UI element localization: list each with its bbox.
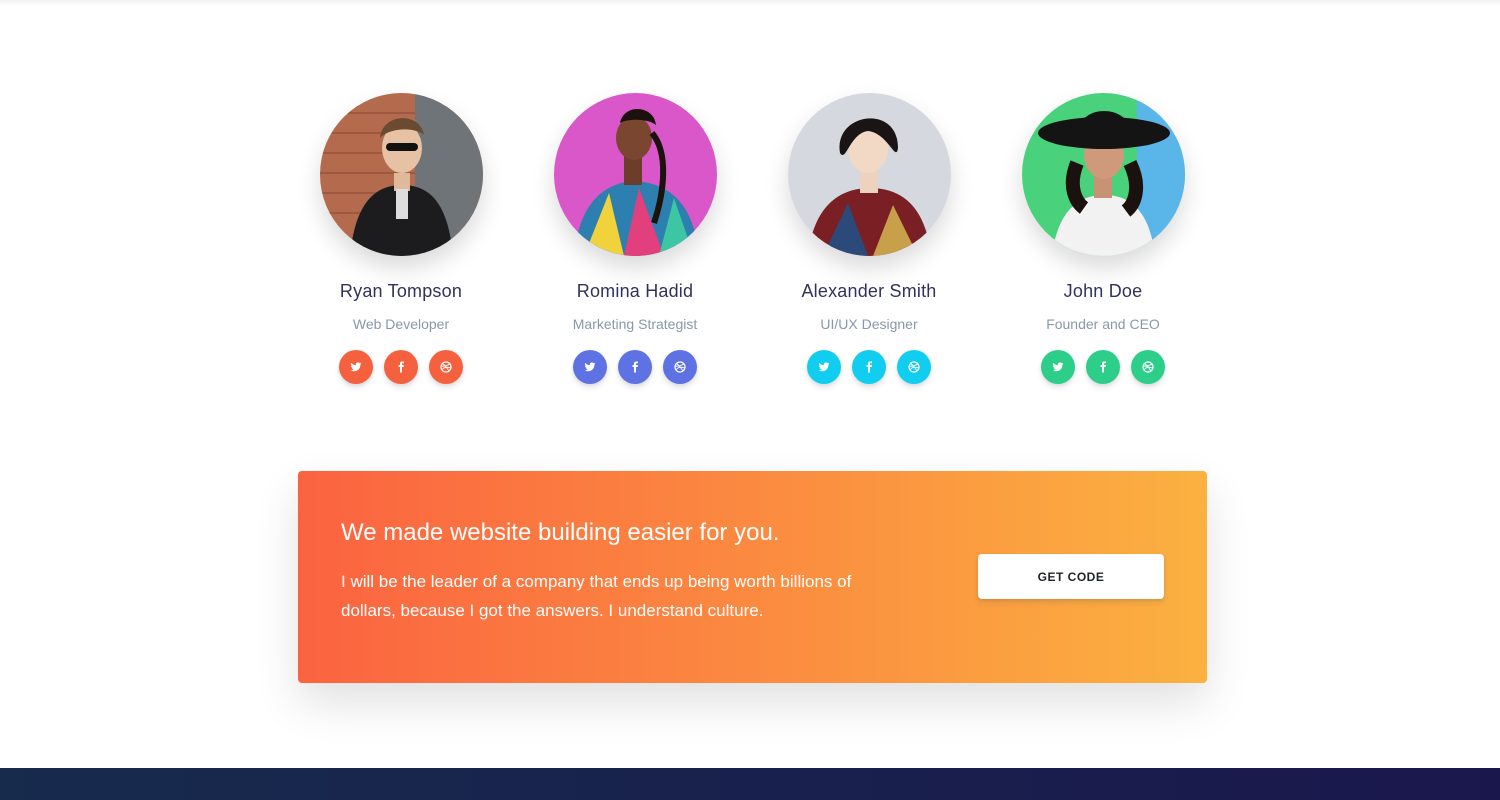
- avatar: [319, 93, 483, 256]
- dribbble-icon: [674, 361, 686, 373]
- social-links: [284, 350, 518, 384]
- team-member-card: Alexander Smith UI/UX Designer: [752, 93, 986, 384]
- twitter-button[interactable]: [807, 350, 841, 384]
- twitter-icon: [350, 362, 362, 372]
- dribbble-icon: [1142, 361, 1154, 373]
- member-name: Romina Hadid: [576, 281, 694, 301]
- twitter-icon: [584, 362, 596, 372]
- member-role: Founder and CEO: [1046, 316, 1160, 332]
- twitter-icon: [818, 362, 830, 372]
- team-section: Ryan Tompson Web Developer Romina Hadid …: [0, 93, 1500, 393]
- social-links: [518, 350, 752, 384]
- cta-banner: We made website building easier for you.…: [298, 471, 1207, 683]
- member-photo: [319, 93, 483, 256]
- member-role: UI/UX Designer: [820, 316, 918, 332]
- twitter-icon: [1052, 362, 1064, 372]
- twitter-button[interactable]: [339, 350, 373, 384]
- social-links: [752, 350, 986, 384]
- team-member-card: Ryan Tompson Web Developer: [284, 93, 518, 384]
- member-role: Marketing Strategist: [572, 316, 698, 332]
- avatar: [553, 93, 717, 256]
- dribbble-button[interactable]: [429, 350, 463, 384]
- member-role: Web Developer: [352, 316, 450, 332]
- avatar: [787, 93, 951, 256]
- social-links: [986, 350, 1220, 384]
- team-member-card: Romina Hadid Marketing Strategist: [518, 93, 752, 384]
- dribbble-button[interactable]: [663, 350, 697, 384]
- facebook-icon: [1100, 361, 1106, 373]
- header-shadow: [0, 0, 1500, 6]
- dribbble-icon: [440, 361, 452, 373]
- team-member-card: John Doe Founder and CEO: [986, 93, 1220, 384]
- dribbble-button[interactable]: [897, 350, 931, 384]
- member-name: Ryan Tompson: [339, 281, 463, 301]
- member-name: Alexander Smith: [801, 281, 937, 301]
- facebook-button[interactable]: [1086, 350, 1120, 384]
- twitter-button[interactable]: [573, 350, 607, 384]
- member-photo: [1021, 93, 1185, 256]
- facebook-button[interactable]: [384, 350, 418, 384]
- facebook-icon: [866, 361, 872, 373]
- get-code-button[interactable]: GET CODE: [978, 554, 1164, 599]
- facebook-icon: [398, 361, 404, 373]
- twitter-button[interactable]: [1041, 350, 1075, 384]
- dribbble-icon: [908, 361, 920, 373]
- member-photo: [553, 93, 717, 256]
- member-photo: [787, 93, 951, 256]
- cta-description: I will be the leader of a company that e…: [341, 572, 852, 620]
- dribbble-button[interactable]: [1131, 350, 1165, 384]
- facebook-button[interactable]: [852, 350, 886, 384]
- avatar: [1021, 93, 1185, 256]
- facebook-icon: [632, 361, 638, 373]
- facebook-button[interactable]: [618, 350, 652, 384]
- member-name: John Doe: [1063, 281, 1143, 301]
- cta-title: We made website building easier for you.: [341, 519, 780, 546]
- footer-section: [0, 768, 1500, 800]
